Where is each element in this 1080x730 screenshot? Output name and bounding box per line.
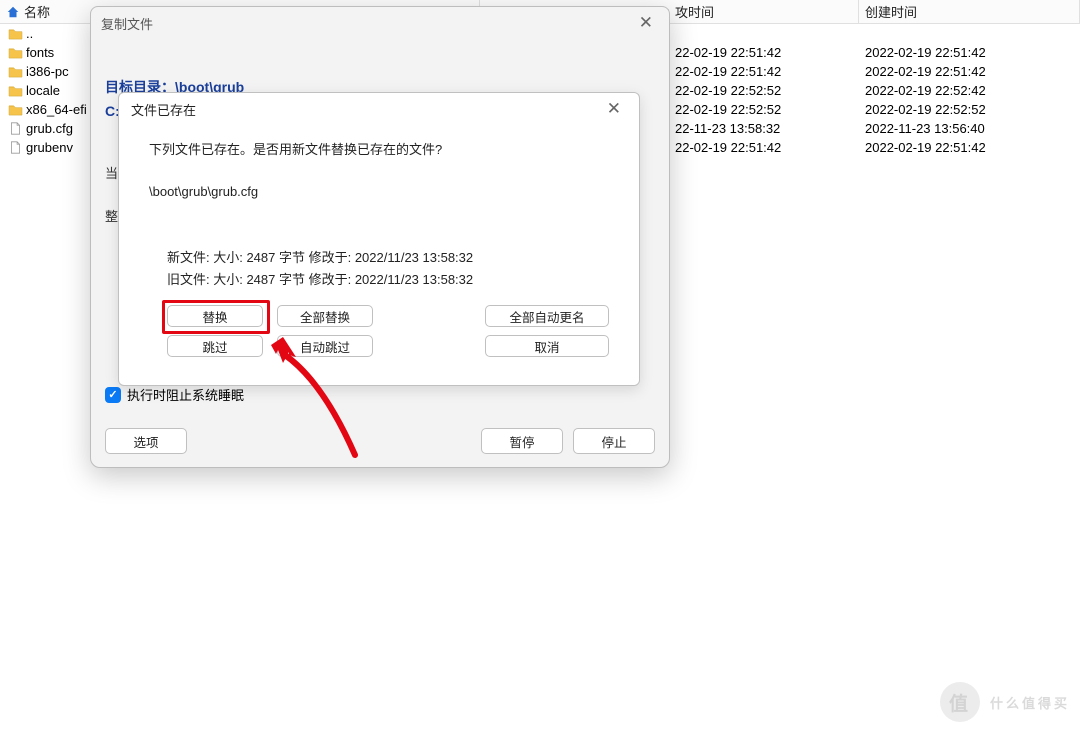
auto-rename-all-button[interactable]: 全部自动更名 [485, 305, 609, 327]
folder-icon [8, 84, 23, 97]
watermark-circle-icon: 值 [940, 682, 980, 722]
file-mtime: 22-11-23 13:58:32 [669, 121, 859, 136]
file-ctime: 2022-02-19 22:51:42 [859, 45, 1080, 60]
file-icon [8, 122, 23, 135]
file-name: grubenv [26, 140, 73, 155]
replace-button[interactable]: 替换 [167, 305, 263, 327]
new-file-meta: 新文件: 大小: 2487 字节 修改于: 2022/11/23 13:58:3… [167, 247, 609, 269]
file-ctime: 2022-11-23 13:56:40 [859, 121, 1080, 136]
file-name: i386-pc [26, 64, 69, 79]
folder-icon [8, 46, 23, 59]
file-name: .. [26, 26, 33, 41]
folder-icon [8, 65, 23, 78]
close-icon[interactable]: ✕ [633, 13, 659, 33]
dialog-footer: 选项 暂停 停止 [91, 428, 669, 454]
file-mtime: 22-02-19 22:51:42 [669, 140, 859, 155]
file-ctime: 2022-02-19 22:51:42 [859, 140, 1080, 155]
file-name: fonts [26, 45, 54, 60]
file-mtime: 22-02-19 22:52:52 [669, 83, 859, 98]
old-file-meta: 旧文件: 大小: 2487 字节 修改于: 2022/11/23 13:58:3… [167, 269, 609, 291]
file-name: locale [26, 83, 60, 98]
file-ctime: 2022-02-19 22:51:42 [859, 64, 1080, 79]
dialog-titlebar: 复制文件 ✕ [91, 7, 669, 39]
folder-icon [8, 103, 23, 116]
file-mtime: 22-02-19 22:51:42 [669, 45, 859, 60]
pause-button[interactable]: 暂停 [481, 428, 563, 454]
file-ctime: 2022-02-19 22:52:42 [859, 83, 1080, 98]
file-mtime: 22-02-19 22:51:42 [669, 64, 859, 79]
cancel-button[interactable]: 取消 [485, 335, 609, 357]
column-ctime[interactable]: 创建时间 [859, 0, 1080, 24]
file-icon [8, 141, 23, 154]
dialog-title: 复制文件 [101, 14, 153, 33]
options-button[interactable]: 选项 [105, 428, 187, 454]
confirm-message: 下列文件已存在。是否用新文件替换已存在的文件? [149, 139, 609, 158]
file-mtime: 22-02-19 22:52:52 [669, 102, 859, 117]
prevent-sleep-checkbox-row[interactable]: 执行时阻止系统睡眠 [105, 385, 655, 404]
conflict-file-path: \boot\grub\grub.cfg [149, 184, 609, 199]
watermark: 值 什么值得买 [940, 682, 1070, 722]
column-mtime[interactable]: 攻时间 [669, 0, 859, 24]
action-button-grid: 替换 全部替换 全部自动更名 跳过 自动跳过 取消 [167, 305, 609, 357]
checkbox-checked-icon[interactable] [105, 387, 121, 403]
auto-skip-button[interactable]: 自动跳过 [277, 335, 373, 357]
folder-icon [8, 27, 23, 40]
replace-all-button[interactable]: 全部替换 [277, 305, 373, 327]
watermark-text: 什么值得买 [990, 693, 1070, 712]
inner-dialog-titlebar: 文件已存在 ✕ [119, 93, 639, 125]
skip-button[interactable]: 跳过 [167, 335, 263, 357]
column-name-label: 名称 [24, 2, 50, 21]
close-icon[interactable]: ✕ [601, 99, 627, 119]
file-ctime: 2022-02-19 22:52:52 [859, 102, 1080, 117]
file-exists-dialog: 文件已存在 ✕ 下列文件已存在。是否用新文件替换已存在的文件? \boot\gr… [118, 92, 640, 386]
prevent-sleep-label: 执行时阻止系统睡眠 [127, 385, 244, 404]
file-name: x86_64-efi [26, 102, 87, 117]
file-name: grub.cfg [26, 121, 73, 136]
stop-button[interactable]: 停止 [573, 428, 655, 454]
inner-dialog-title: 文件已存在 [131, 100, 196, 119]
file-meta-block: 新文件: 大小: 2487 字节 修改于: 2022/11/23 13:58:3… [167, 247, 609, 291]
home-icon [6, 5, 20, 19]
